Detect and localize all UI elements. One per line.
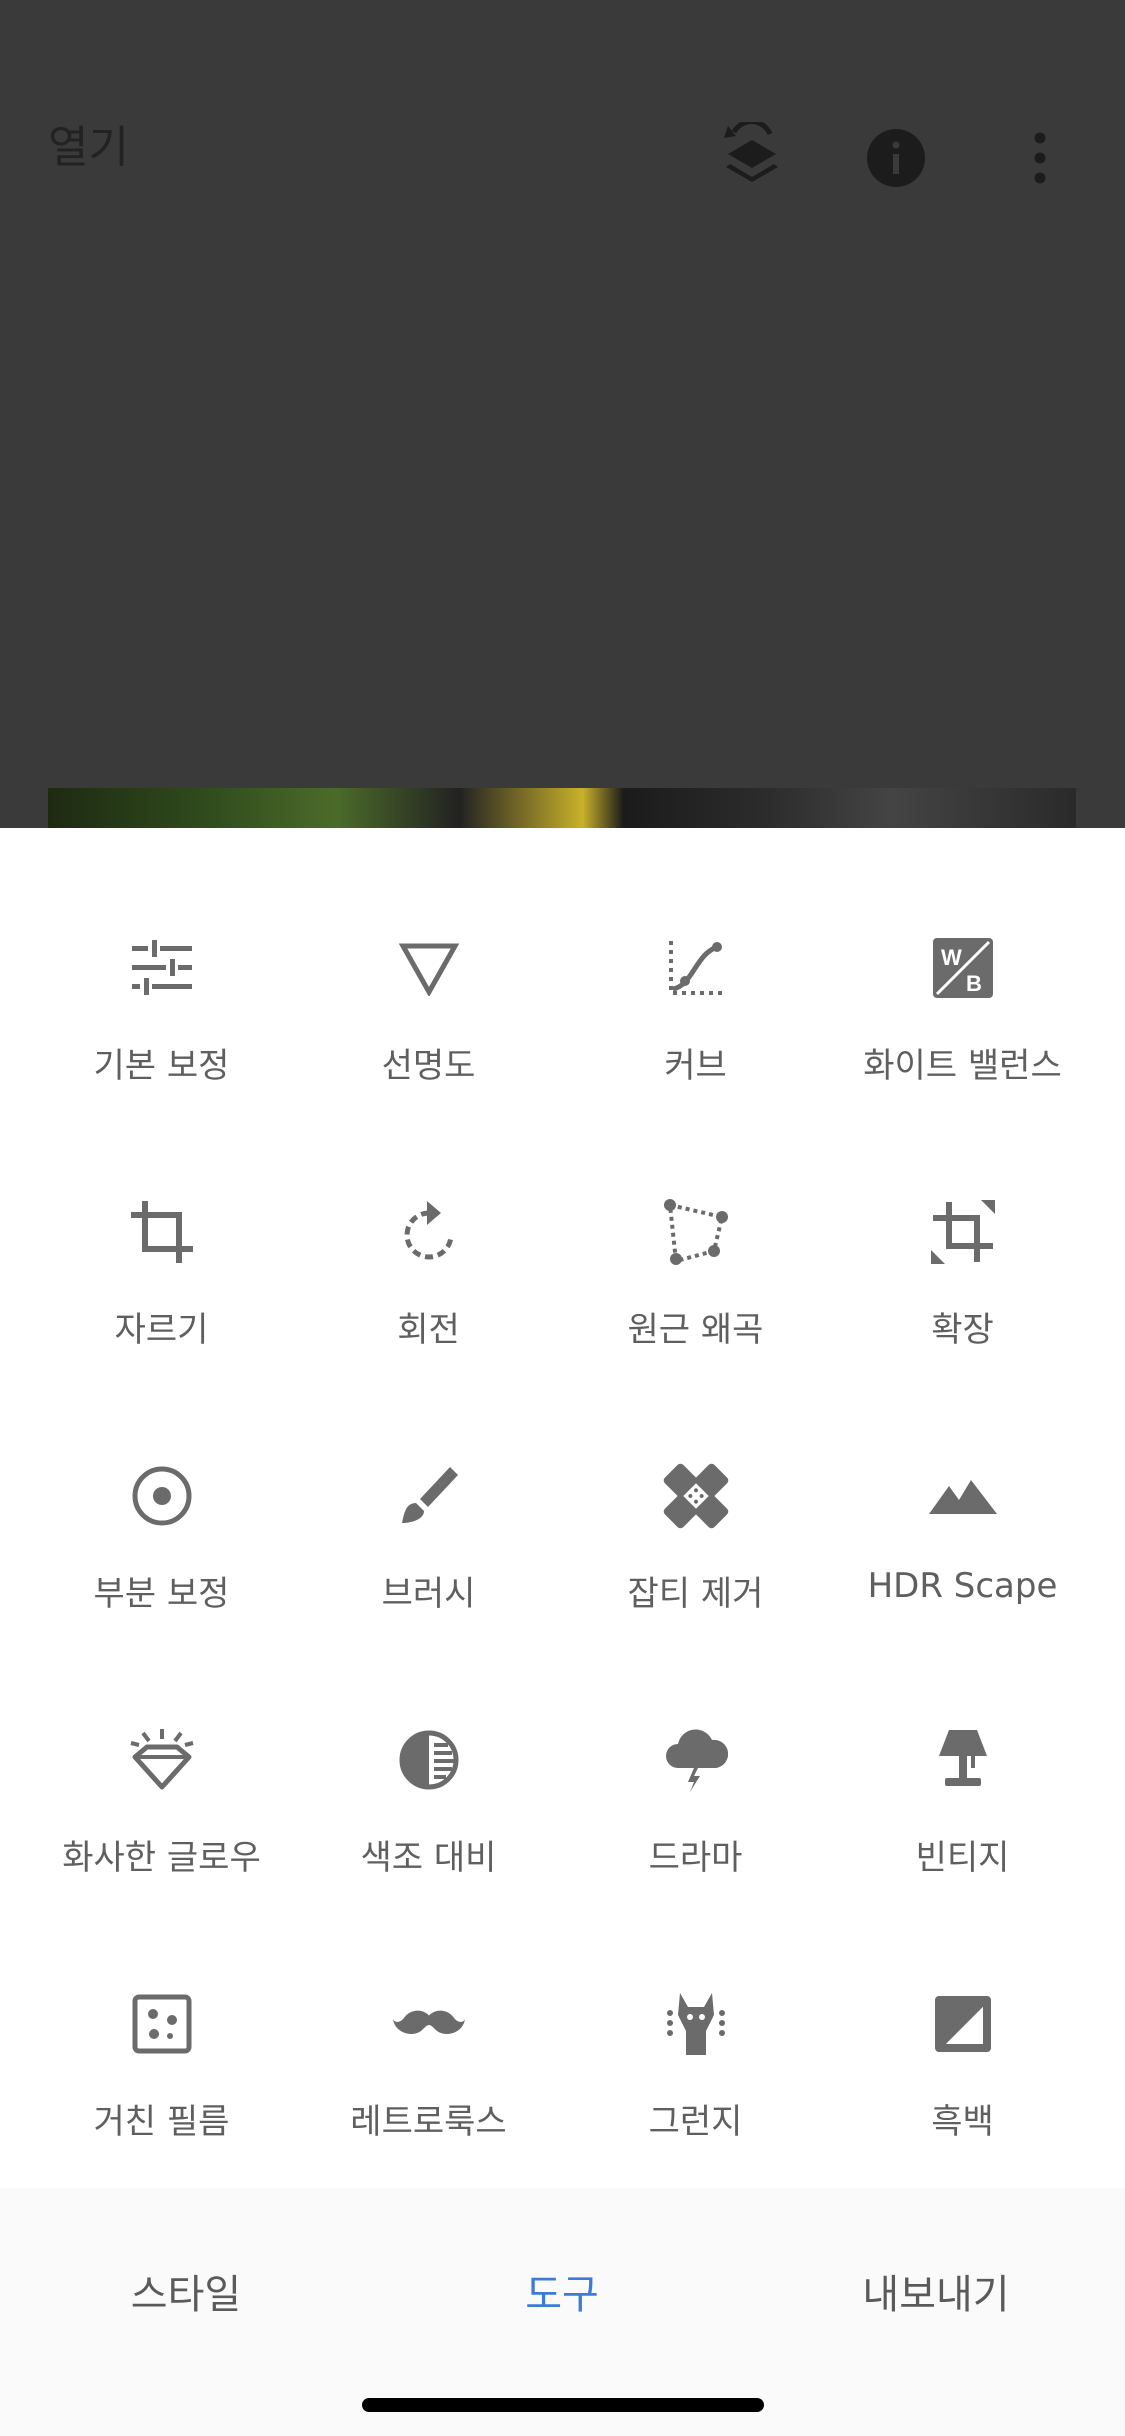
tool-label: 부분 보정: [93, 1574, 230, 1614]
white-balance-icon: W B: [927, 932, 999, 1004]
more-vert-icon[interactable]: [1000, 118, 1080, 198]
tune-icon: [126, 932, 198, 1004]
tool-grunge[interactable]: 그런지: [562, 1944, 829, 2164]
tool-label: HDR Scape: [867, 1566, 1058, 1606]
details-triangle-icon: [393, 932, 465, 1004]
tool-retrolux[interactable]: 레트로룩스: [295, 1944, 562, 2164]
tool-white-balance[interactable]: W B 화이트 밸런스: [829, 888, 1096, 1108]
top-app-bar: 열기: [0, 0, 1125, 300]
tool-crop[interactable]: 자르기: [28, 1152, 295, 1372]
grunge-icon: [660, 1988, 732, 2060]
vintage-lamp-icon: [927, 1724, 999, 1796]
crop-icon: [126, 1196, 198, 1268]
mountain-icon: [927, 1460, 999, 1532]
tool-label: 레트로룩스: [350, 2102, 507, 2142]
tool-healing[interactable]: 잡티 제거: [562, 1416, 829, 1636]
tool-label: 거친 필름: [93, 2102, 230, 2142]
tool-black-white[interactable]: 흑백: [829, 1944, 1096, 2164]
tool-glamour-glow[interactable]: 화사한 글로우: [28, 1680, 295, 1900]
bottom-navigation: 스타일 도구 내보내기: [0, 2188, 1125, 2436]
tool-label: 회전: [397, 1310, 460, 1350]
tool-curves[interactable]: 커브: [562, 888, 829, 1108]
revert-layers-icon[interactable]: [712, 118, 792, 198]
tool-drama[interactable]: 드라마: [562, 1680, 829, 1900]
tool-label: 브러시: [381, 1574, 476, 1614]
info-icon[interactable]: [856, 118, 936, 198]
mustache-icon: [392, 1988, 465, 2060]
glamour-glow-icon: [126, 1724, 198, 1796]
grainy-film-icon: [126, 1988, 198, 2060]
tool-label: 선명도: [381, 1046, 476, 1086]
tool-label: 흑백: [931, 2102, 994, 2142]
perspective-icon: [660, 1196, 732, 1268]
photo-preview: [48, 788, 1076, 828]
tool-label: 화사한 글로우: [62, 1838, 261, 1878]
home-indicator[interactable]: [362, 2398, 764, 2412]
tool-label: 기본 보정: [93, 1046, 230, 1086]
tool-label: 확장: [931, 1310, 994, 1350]
tool-hdr-scape[interactable]: HDR Scape: [829, 1416, 1096, 1636]
tab-styles[interactable]: 스타일: [36, 2262, 336, 2320]
rotate-icon: [393, 1196, 465, 1268]
tools-sheet: 기본 보정 선명도 커브 W B 화이트 밸런스 자르기 회전 원근 왜곡 확장…: [0, 828, 1125, 2188]
tool-details[interactable]: 선명도: [295, 888, 562, 1108]
tool-label: 드라마: [648, 1838, 743, 1878]
tab-export[interactable]: 내보내기: [786, 2262, 1086, 2320]
drama-cloud-icon: [660, 1724, 732, 1796]
tool-selective[interactable]: 부분 보정: [28, 1416, 295, 1636]
black-white-icon: [927, 1988, 999, 2060]
tool-label: 화이트 밸런스: [863, 1046, 1062, 1086]
curves-icon: [660, 932, 732, 1004]
tool-tonal-contrast[interactable]: 색조 대비: [295, 1680, 562, 1900]
expand-icon: [927, 1196, 999, 1268]
tool-brush[interactable]: 브러시: [295, 1416, 562, 1636]
tool-label: 원근 왜곡: [627, 1310, 764, 1350]
tool-label: 그런지: [648, 2102, 743, 2142]
tonal-contrast-icon: [393, 1724, 465, 1796]
tool-label: 색조 대비: [360, 1838, 497, 1878]
tool-vintage[interactable]: 빈티지: [829, 1680, 1096, 1900]
tool-expand[interactable]: 확장: [829, 1152, 1096, 1372]
tool-tune-image[interactable]: 기본 보정: [28, 888, 295, 1108]
tool-grainy-film[interactable]: 거친 필름: [28, 1944, 295, 2164]
brush-icon: [393, 1460, 465, 1532]
tab-tools[interactable]: 도구: [412, 2262, 712, 2320]
svg-text:W: W: [941, 945, 962, 970]
tool-label: 커브: [664, 1046, 727, 1086]
selective-icon: [126, 1460, 198, 1532]
svg-text:B: B: [966, 971, 982, 996]
open-button[interactable]: 열기: [48, 118, 129, 178]
tool-label: 빈티지: [915, 1838, 1010, 1878]
tool-rotate[interactable]: 회전: [295, 1152, 562, 1372]
tool-label: 자르기: [114, 1310, 209, 1350]
healing-icon: [660, 1460, 732, 1532]
tool-label: 잡티 제거: [627, 1574, 764, 1614]
tool-perspective[interactable]: 원근 왜곡: [562, 1152, 829, 1372]
